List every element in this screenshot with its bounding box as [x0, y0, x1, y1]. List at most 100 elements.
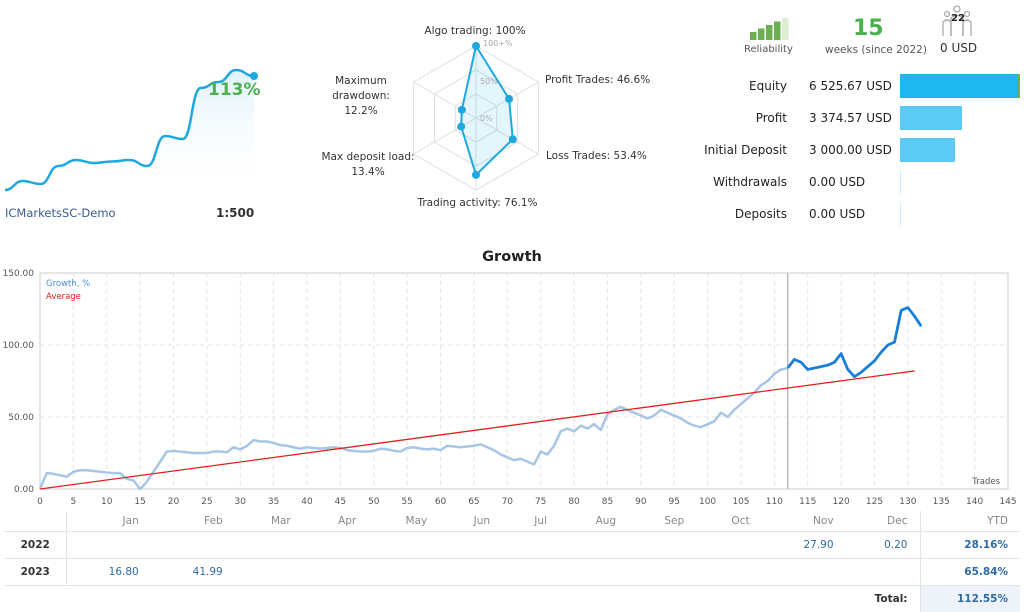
financial-value: 0.00 USD [809, 207, 866, 221]
y-tick-label: 100.00 [3, 341, 35, 351]
radar-label-profit-trades: Profit Trades: 46.6% [545, 74, 651, 86]
financial-label: Initial Deposit [704, 143, 787, 157]
reliability-label: Reliability [744, 44, 793, 55]
month-value [302, 557, 369, 585]
x-tick-label: 45 [335, 497, 346, 505]
x-tick-label: 120 [833, 497, 850, 505]
column-header: Nov [813, 514, 834, 527]
y-tick-label: 50.00 [8, 413, 34, 423]
x-tick-label: 135 [933, 497, 950, 505]
broker-server-link[interactable]: ICMarketsSC-Demo [5, 206, 116, 220]
total-label: Total: [5, 584, 920, 612]
subscribers-usd: 0 USD [940, 41, 978, 55]
subscribers-count: 22 [951, 13, 965, 24]
average-line [39, 370, 915, 490]
financial-value: 3 374.57 USD [809, 111, 892, 125]
x-tick-label: 60 [435, 497, 447, 505]
total-value: 112.55% [919, 584, 1020, 612]
y-tick-label: 150.00 [3, 269, 35, 279]
radar-point [505, 94, 514, 103]
year-label: 2022 [5, 530, 67, 558]
month-value [502, 530, 559, 558]
month-value [628, 557, 697, 585]
month-value [150, 530, 235, 558]
month-value[interactable]: 41.99 [150, 557, 235, 585]
radar-scale-50: 50% [480, 77, 498, 86]
x-tick-label: 15 [134, 497, 145, 505]
growth-chart: 0 5 10 15 20 25 30 35 40 45 50 55 60 65 70 75 80 85 90 95 10… [3, 269, 1017, 505]
month-value [439, 530, 502, 558]
weeks-count: 15 [853, 16, 884, 41]
reliability-bar [774, 21, 781, 40]
radar-label-max-deposit-load: Max deposit load: 13.4% [321, 151, 415, 178]
month-value [696, 557, 762, 585]
reliability-bar [750, 32, 757, 40]
month-value [368, 530, 440, 558]
month-value[interactable]: 16.80 [66, 557, 151, 585]
radar-point [508, 135, 517, 144]
financial-label: Deposits [734, 207, 787, 221]
column-header: Oct [731, 514, 750, 527]
x-axis-label: Trades [971, 477, 1000, 487]
mini-growth-endpoint [250, 72, 258, 80]
financial-label: Profit [755, 111, 787, 125]
radar-point [457, 105, 466, 114]
month-value [66, 530, 151, 558]
financial-bar [900, 138, 956, 162]
y-tick-label: 0.00 [14, 485, 34, 495]
growth-percent: 113% [208, 80, 261, 100]
x-tick-label: 105 [732, 497, 749, 505]
month-value[interactable]: 27.90 [761, 530, 846, 558]
month-value [234, 557, 303, 585]
x-tick-label: 25 [201, 497, 212, 505]
table-row: 2022 27.90 0.20 28.16% [5, 530, 1020, 558]
x-tick-label: 100 [699, 497, 716, 505]
month-value [234, 530, 303, 558]
column-header: Jul [534, 514, 547, 527]
x-tick-label: 5 [71, 497, 77, 505]
radar-point [457, 122, 466, 131]
x-tick-label: 95 [668, 497, 679, 505]
growth-line-recent [786, 306, 923, 379]
financial-label: Withdrawals [713, 175, 787, 189]
radar-label-loss-trades: Loss Trades: 53.4% [546, 150, 647, 162]
plot-frame [39, 272, 1009, 490]
weeks-label: weeks (since 2022) [825, 44, 927, 56]
financial-bar [900, 202, 901, 226]
table-header-row: Jan Feb Mar Apr May Jun Jul Aug Sep Oct Nov Dec YTD [5, 511, 1020, 531]
month-value [558, 557, 629, 585]
growth-line-history [38, 366, 788, 491]
month-value [761, 557, 846, 585]
x-tick-label: 40 [301, 497, 313, 505]
month-value [439, 557, 502, 585]
radar-scale-100: 100+% [483, 39, 513, 48]
column-header: Jan [122, 514, 139, 527]
financial-label: Equity [749, 79, 787, 93]
month-value[interactable]: 0.20 [845, 530, 920, 558]
radar-polygon [460, 43, 514, 177]
month-value [696, 530, 762, 558]
financial-value: 0.00 USD [809, 175, 866, 189]
radar-label-trading-activity: Trading activity: 76.1% [417, 197, 538, 209]
reliability-bar [782, 18, 789, 40]
column-header: Feb [204, 514, 223, 527]
radar-label-algo-trading: Algo trading: 100% [424, 25, 526, 37]
x-tick-label: 70 [502, 497, 514, 505]
column-header: Mar [270, 514, 291, 527]
x-tick-label: 85 [602, 497, 613, 505]
column-header: Dec [887, 514, 908, 527]
x-tick-label: 145 [999, 497, 1016, 505]
x-tick-label: 115 [799, 497, 816, 505]
growth-chart-title: Growth [482, 249, 542, 265]
column-header: Jun [473, 514, 490, 527]
radar-label-max-drawdown: Maximum drawdown: 12.2% [332, 75, 390, 117]
month-value [302, 530, 369, 558]
table-total-row: Total: 112.55% [5, 584, 1020, 612]
x-tick-label: 10 [101, 497, 113, 505]
reliability-bar [766, 25, 773, 40]
monthly-returns-table: Jan Feb Mar Apr May Jun Jul Aug Sep Oct Nov Dec YTD … [5, 511, 1020, 612]
x-tick-label: 140 [966, 497, 983, 505]
x-tick-label: 30 [235, 497, 247, 505]
radar-point [472, 42, 480, 50]
x-tick-label: 55 [401, 497, 412, 505]
